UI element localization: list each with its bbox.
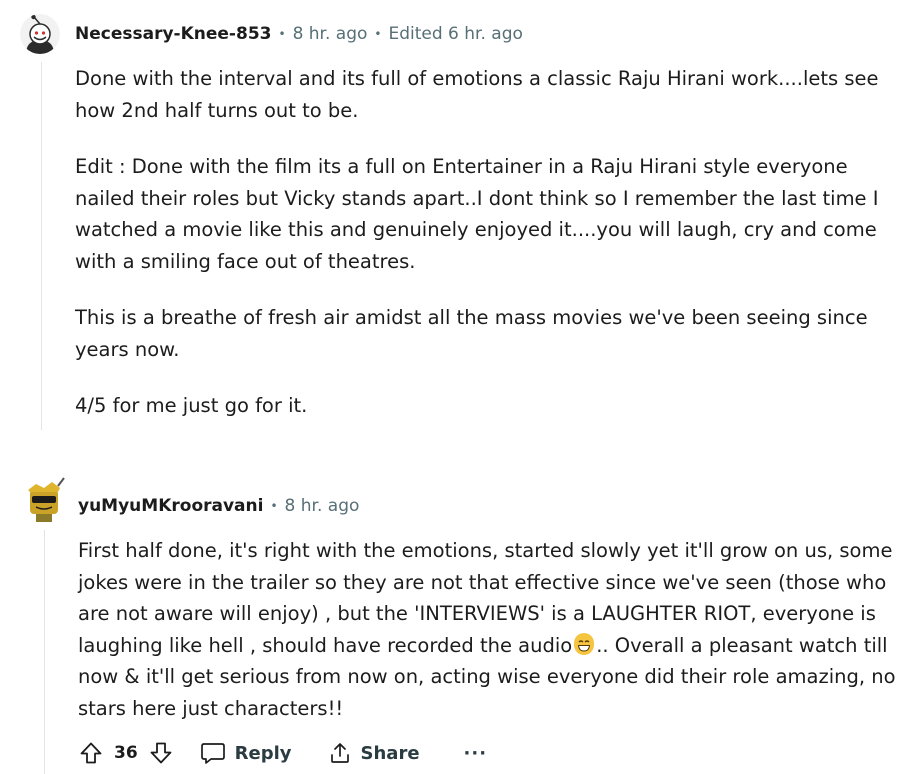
avatar[interactable] [20,14,60,54]
share-button[interactable]: Share [328,741,420,765]
upvote-icon [80,742,102,764]
downvote-icon [150,742,172,764]
text-line: years now. [75,337,180,361]
text-line: now & it'll get serious from now on, act… [78,665,896,688]
text-line: watched a movie like this and genuinely … [75,218,877,241]
author-name[interactable]: yuMyuMKrooravani [78,496,263,516]
reply-label: Reply [234,742,292,764]
comment-paragraph: First half done, it's right with the emo… [78,535,896,724]
share-icon [330,743,349,763]
comment-action-bar: 36 Reply Share ··· [78,737,487,769]
thread-line-1[interactable] [41,62,42,430]
text-line: are not aware will enjoy) , but the 'INT… [78,602,876,625]
text-line: Done with the interval and its full of e… [75,67,879,90]
snoo-avatar-icon [20,14,60,54]
upvote-button[interactable] [78,740,104,766]
meta-separator: • [374,27,382,41]
text-line: This is a breathe of fresh air amidst al… [75,306,868,329]
share-label: Share [360,742,420,764]
text-line: how 2nd half turns out to be. [75,98,359,122]
vote-score: 36 [114,743,138,763]
meta-separator: • [270,499,278,513]
thread-line-2[interactable] [44,530,45,774]
timestamp[interactable]: 8 hr. ago [285,496,360,516]
text-line: First half done, it's right with the emo… [78,539,893,562]
comment-paragraph: Edit : Done with the film its a full on … [75,151,879,277]
comment-paragraph: 4/5 for me just go for it. [75,390,307,422]
text-line: Edit : Done with the film its a full on … [75,155,848,178]
grinning-face-emoji-icon [574,632,595,655]
avatar[interactable] [24,476,68,524]
author-name[interactable]: Necessary-Knee-853 [75,24,271,44]
text-line: nailed their roles but Vicky stands apar… [75,186,879,210]
text-line: jokes were in the trailer so they are no… [78,570,887,594]
comment-paragraph: This is a breathe of fresh air amidst al… [75,302,868,365]
text-line: with a smiling face out of theatres. [75,249,416,273]
comment-meta: Necessary-Knee-853 • 8 hr. ago • Edited … [75,24,523,44]
comment-paragraph: Done with the interval and its full of e… [75,63,879,126]
more-options-button[interactable]: ··· [464,743,488,764]
downvote-button[interactable] [148,740,174,766]
comment-meta: yuMyuMKrooravani • 8 hr. ago [78,496,359,516]
text-line: stars here just characters!! [78,696,344,720]
edited-timestamp: Edited 6 hr. ago [388,24,523,44]
timestamp[interactable]: 8 hr. ago [293,24,368,44]
text-line: .. Overall a pleasant watch till [596,633,888,657]
snoo-avatar-icon [28,477,65,522]
reply-bubble-icon [200,743,225,764]
text-line: 4/5 for me just go for it. [75,394,308,417]
text-line: laughing like hell , should have recorde… [78,633,573,657]
reply-button[interactable]: Reply [200,741,292,765]
meta-separator: • [278,27,286,41]
